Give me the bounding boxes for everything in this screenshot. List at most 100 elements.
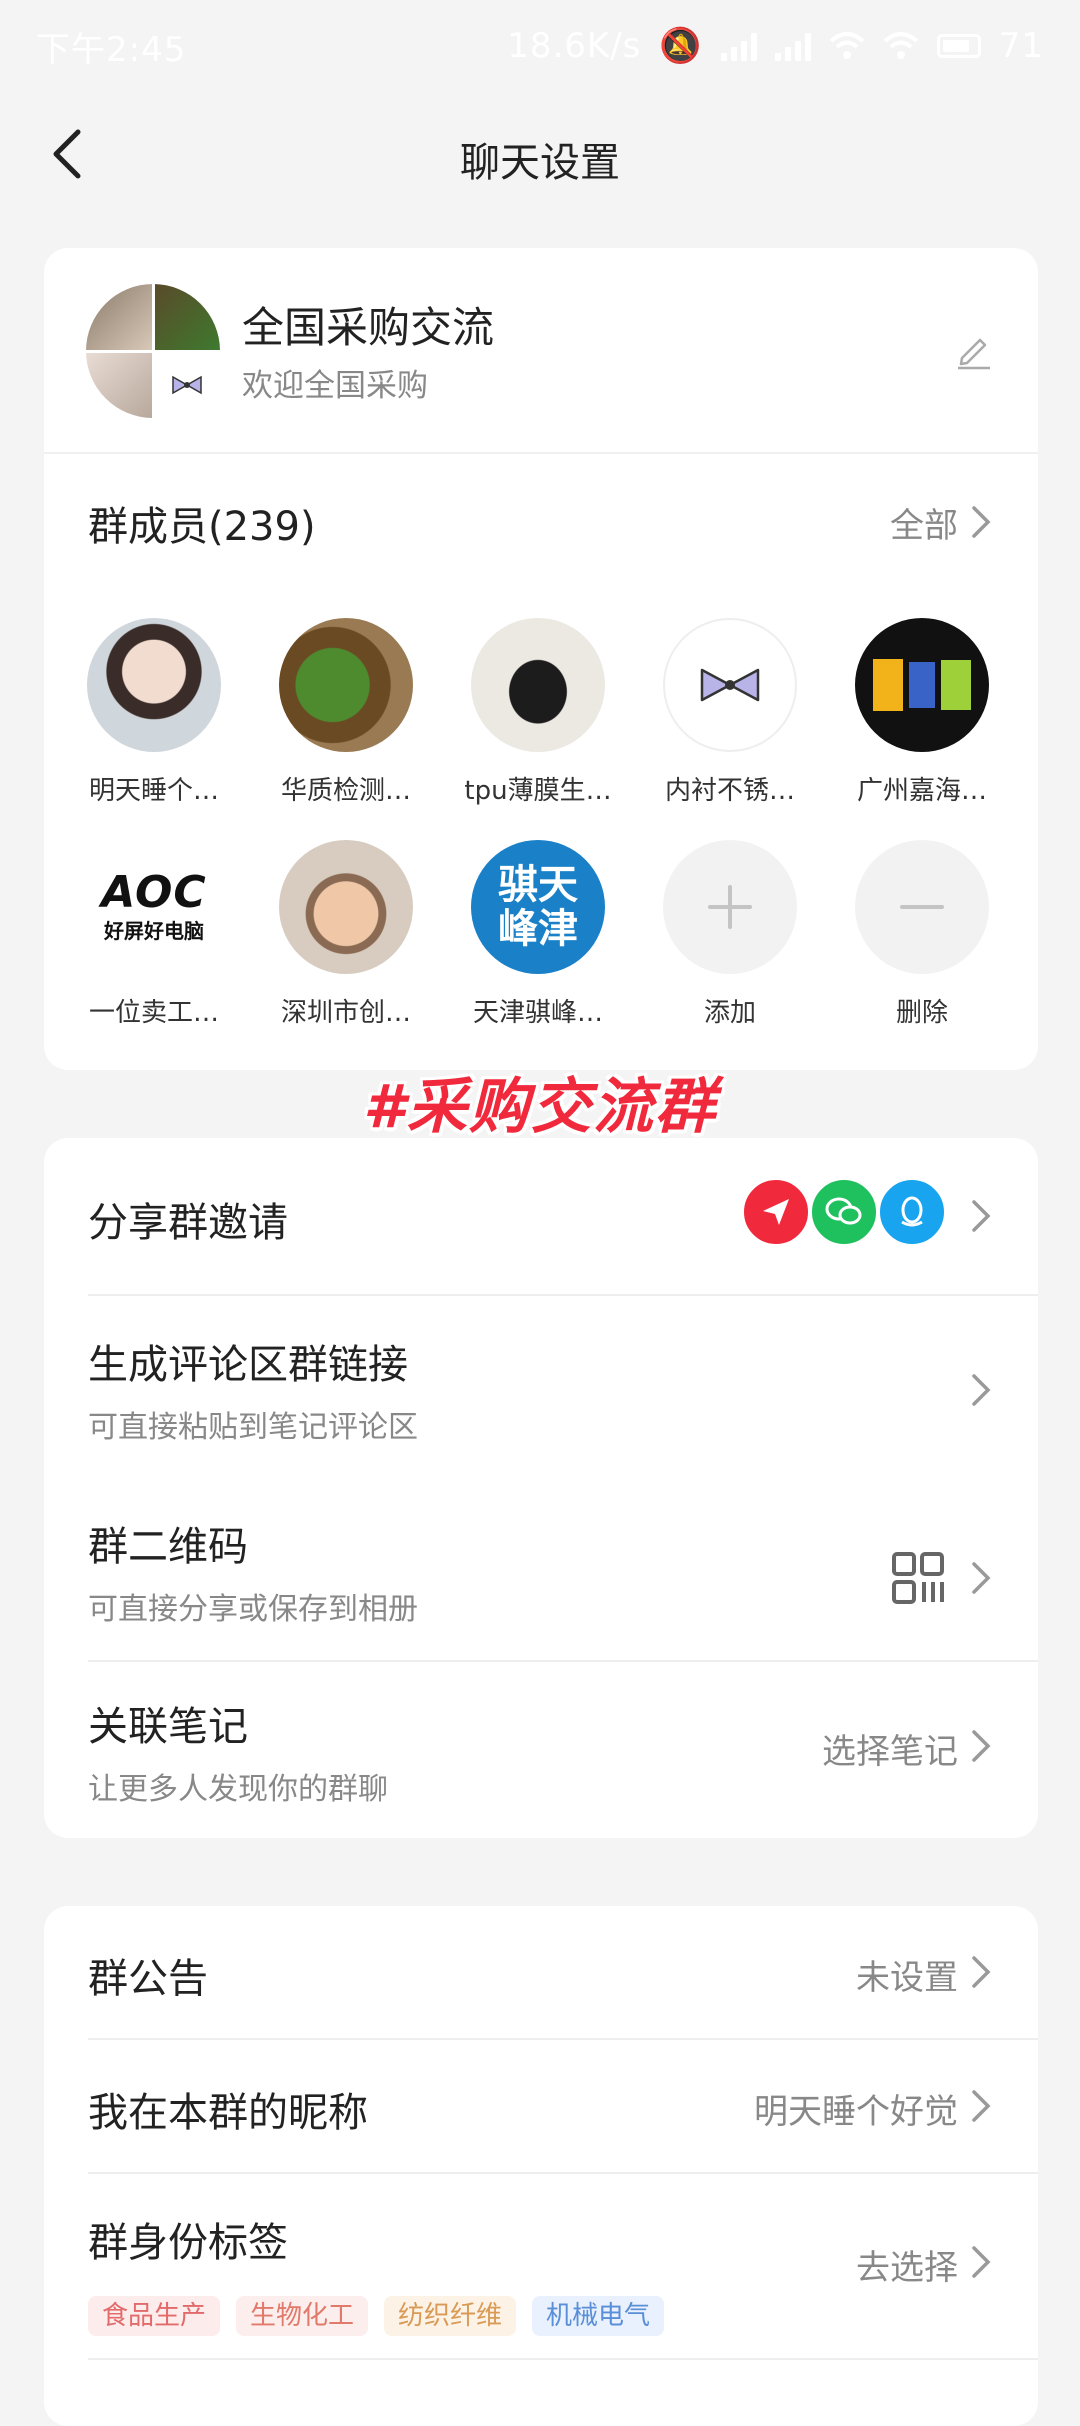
chevron-right-icon bbox=[972, 1730, 991, 1762]
member-name: 内衬不锈… bbox=[664, 776, 795, 806]
tag-chip: 生物化工 bbox=[236, 2296, 369, 2336]
add-member-label: 添加 bbox=[703, 998, 756, 1028]
nickname-row[interactable]: 我在本群的昵称 明天睡个好觉 bbox=[44, 2040, 1038, 2172]
member-item[interactable]: 明天睡个… bbox=[58, 618, 250, 807]
member-name: 深圳市创… bbox=[280, 998, 411, 1028]
chevron-right-icon bbox=[972, 2246, 991, 2278]
comment-link-row[interactable]: 生成评论区群链接 可直接粘贴到笔记评论区 bbox=[44, 1296, 1038, 1478]
chevron-right-icon bbox=[972, 2090, 991, 2122]
wifi-icon bbox=[829, 32, 865, 59]
share-invite-title: 分享群邀请 bbox=[88, 1200, 288, 1246]
group-name: 全国采购交流 bbox=[242, 303, 495, 352]
member-avatar bbox=[279, 618, 413, 752]
member-item[interactable]: 内衬不锈… bbox=[634, 618, 826, 807]
member-name: 华质检测… bbox=[280, 776, 411, 806]
mute-icon: 🔕 bbox=[659, 26, 703, 66]
member-avatar: AOC 好屏好电脑 bbox=[87, 840, 221, 974]
chevron-right-icon bbox=[972, 506, 991, 538]
tag-chip: 纺织纤维 bbox=[384, 2296, 517, 2336]
status-bar: 下午2:45 18.6K/s 🔕 71 bbox=[0, 0, 1080, 92]
nickname-title: 我在本群的昵称 bbox=[88, 2090, 368, 2136]
identity-tags-title: 群身份标签 bbox=[88, 2220, 288, 2266]
status-time: 下午2:45 bbox=[36, 29, 187, 70]
members-header[interactable]: 群成员(239) 全部 bbox=[44, 454, 1038, 584]
member-avatar bbox=[663, 618, 797, 752]
remove-member-button[interactable]: 删除 bbox=[826, 840, 1018, 1029]
group-description: 欢迎全国采购 bbox=[242, 368, 428, 404]
group-header[interactable]: 全国采购交流 欢迎全国采购 bbox=[44, 248, 1038, 454]
edit-icon[interactable] bbox=[954, 330, 994, 370]
add-member-circle bbox=[663, 840, 797, 974]
member-name: 一位卖工… bbox=[88, 998, 219, 1028]
plus-icon bbox=[708, 885, 752, 929]
nav-bar: 聊天设置 bbox=[0, 100, 1080, 210]
qr-code-title: 群二维码 bbox=[88, 1524, 248, 1570]
linked-note-value: 选择笔记 bbox=[822, 1732, 958, 1772]
member-avatar bbox=[471, 618, 605, 752]
member-item[interactable]: 华质检测… bbox=[250, 618, 442, 807]
linked-note-subtitle: 让更多人发现你的群聊 bbox=[88, 1772, 388, 1807]
member-name: 明天睡个… bbox=[88, 776, 219, 806]
nickname-value: 明天睡个好觉 bbox=[754, 2092, 958, 2132]
member-name: 广州嘉海… bbox=[856, 776, 987, 806]
share-invite-row[interactable]: 分享群邀请 bbox=[44, 1138, 1038, 1294]
chevron-right-icon bbox=[972, 1200, 991, 1232]
tag-chip: 机械电气 bbox=[532, 2296, 665, 2336]
signal-icon-2 bbox=[774, 31, 811, 61]
members-title: 群成员(239) bbox=[88, 504, 316, 550]
bow-icon bbox=[172, 375, 202, 395]
member-item[interactable]: 深圳市创… bbox=[250, 840, 442, 1029]
tianjin-logo: 骐天峰津 bbox=[498, 862, 578, 952]
comment-link-title: 生成评论区群链接 bbox=[88, 1342, 408, 1388]
tag-chip: 食品生产 bbox=[88, 2296, 221, 2336]
member-name: tpu薄膜生… bbox=[464, 776, 612, 806]
qr-code-row[interactable]: 群二维码 可直接分享或保存到相册 bbox=[44, 1478, 1038, 1660]
signal-icon bbox=[720, 31, 757, 61]
linked-note-title: 关联笔记 bbox=[88, 1704, 248, 1750]
group-avatar bbox=[86, 284, 220, 418]
bow-icon bbox=[700, 668, 760, 702]
aoc-slogan: 好屏好电脑 bbox=[104, 918, 204, 943]
group-settings-card: 群公告 未设置 我在本群的昵称 明天睡个好觉 群身份标签 去选择 食品生产 生物… bbox=[44, 1906, 1038, 2426]
member-avatar bbox=[855, 618, 989, 752]
status-right: 18.6K/s 🔕 71 bbox=[507, 26, 1044, 66]
announcement-value: 未设置 bbox=[856, 1958, 958, 1998]
member-avatar bbox=[279, 840, 413, 974]
chevron-right-icon bbox=[972, 1374, 991, 1406]
announcement-title: 群公告 bbox=[88, 1956, 208, 2002]
qq-icon bbox=[876, 1176, 948, 1248]
group-actions-card: 分享群邀请 生成评论区群链接 可直接粘贴到笔记评论区 群二维码 可直接分享或保存… bbox=[44, 1138, 1038, 1838]
comment-link-subtitle: 可直接粘贴到笔记评论区 bbox=[88, 1410, 418, 1445]
aoc-logo: AOC bbox=[101, 866, 207, 918]
qr-code-icon bbox=[892, 1552, 944, 1604]
battery-icon bbox=[936, 34, 981, 58]
identity-tags-value: 去选择 bbox=[856, 2248, 958, 2288]
wifi-icon-2 bbox=[883, 32, 919, 59]
member-avatar bbox=[87, 618, 221, 752]
remove-member-label: 删除 bbox=[895, 998, 948, 1028]
member-item[interactable]: 骐天峰津 天津骐峰… bbox=[442, 840, 634, 1029]
hashtag-overlay: #采购交流群 bbox=[363, 1072, 717, 1142]
chevron-right-icon bbox=[972, 1956, 991, 1988]
qr-code-subtitle: 可直接分享或保存到相册 bbox=[88, 1592, 418, 1627]
divider bbox=[88, 2358, 1038, 2360]
wechat-icon bbox=[808, 1176, 880, 1248]
identity-tags-row[interactable]: 群身份标签 去选择 食品生产 生物化工 纺织纤维 机械电气 bbox=[44, 2174, 1038, 2358]
members-all-label: 全部 bbox=[890, 506, 958, 546]
announcement-row[interactable]: 群公告 未设置 bbox=[44, 1906, 1038, 2038]
member-item[interactable]: 广州嘉海… bbox=[826, 618, 1018, 807]
add-member-button[interactable]: 添加 bbox=[634, 840, 826, 1029]
send-icon bbox=[740, 1176, 812, 1248]
chevron-right-icon bbox=[972, 1562, 991, 1594]
page-title: 聊天设置 bbox=[460, 140, 620, 186]
member-item[interactable]: AOC 好屏好电脑 一位卖工… bbox=[58, 840, 250, 1029]
battery-level: 71 bbox=[998, 26, 1044, 66]
member-avatar: 骐天峰津 bbox=[471, 840, 605, 974]
member-item[interactable]: tpu薄膜生… bbox=[442, 618, 634, 807]
linked-note-row[interactable]: 关联笔记 让更多人发现你的群聊 选择笔记 bbox=[44, 1662, 1038, 1838]
identity-tag-chips: 食品生产 生物化工 纺织纤维 机械电气 bbox=[88, 2296, 665, 2336]
member-name: 天津骐峰… bbox=[472, 998, 603, 1028]
remove-member-circle bbox=[855, 840, 989, 974]
share-channel-icons bbox=[740, 1176, 948, 1248]
minus-icon bbox=[900, 905, 944, 909]
